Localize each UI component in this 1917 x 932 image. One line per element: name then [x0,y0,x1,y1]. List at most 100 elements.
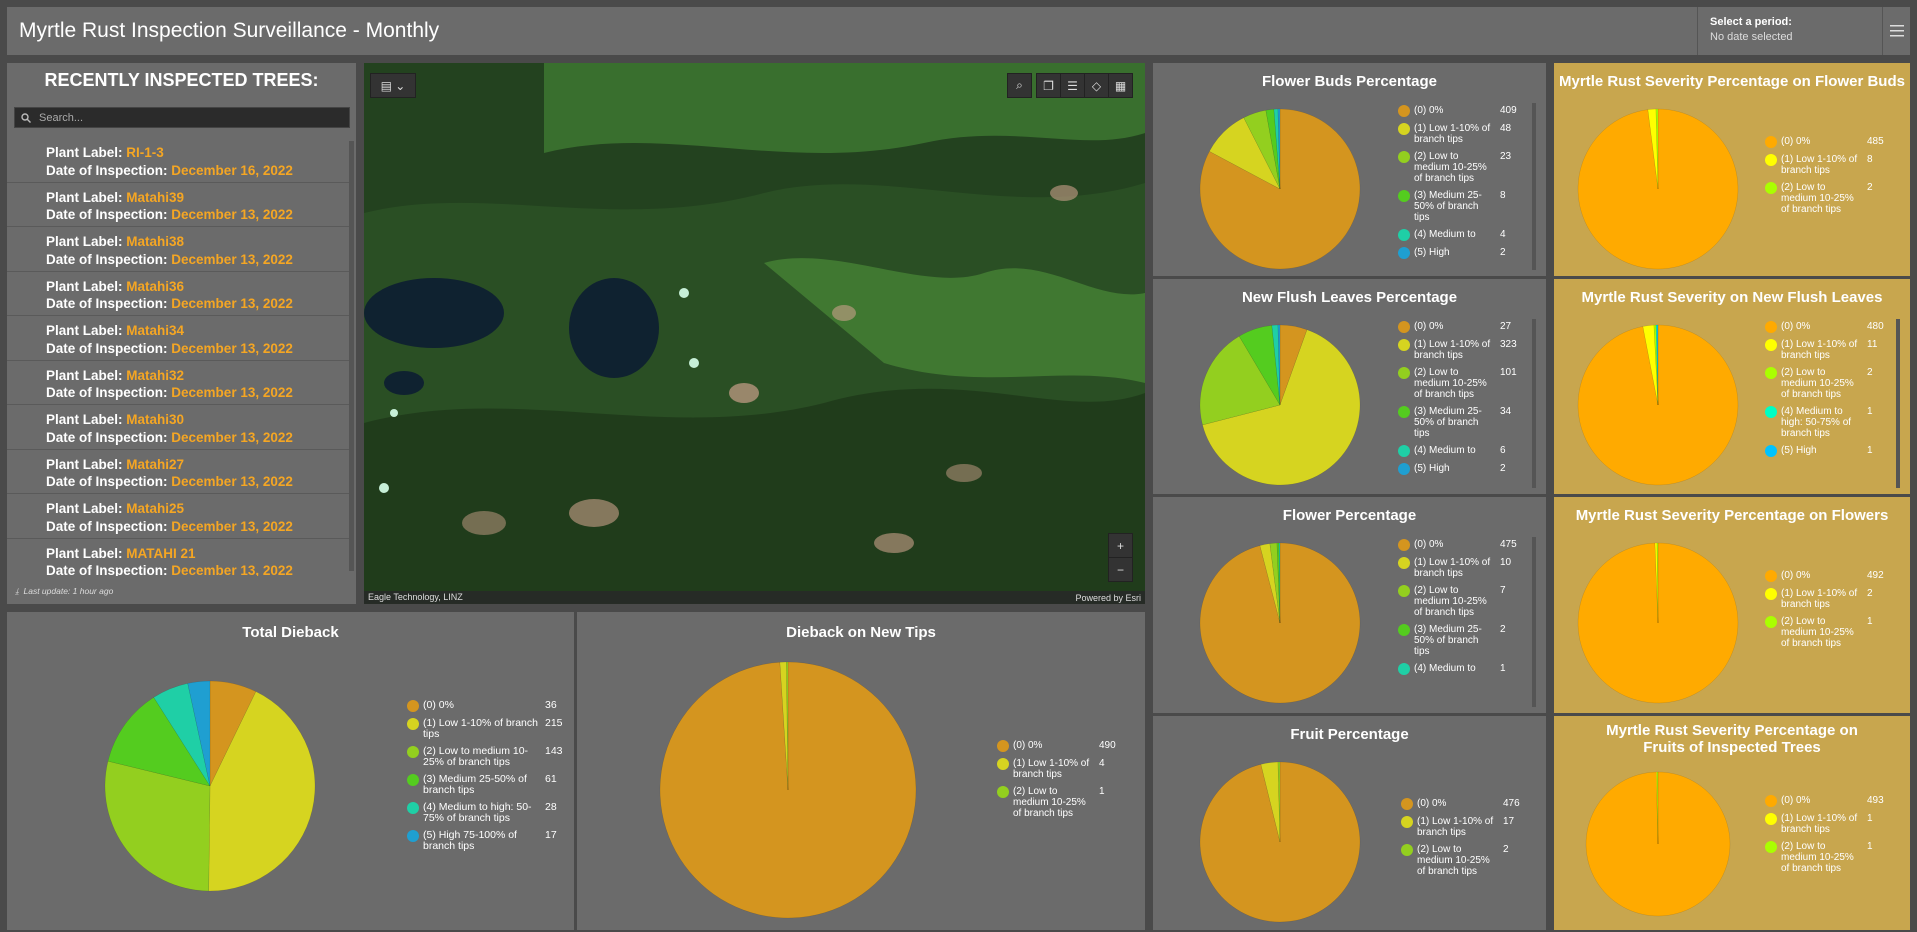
legend-item[interactable]: (1) Low 1-10% of branch tips 8 [1765,154,1884,176]
legend-item[interactable]: (2) Low to medium 10-25% of branch tips 1… [407,746,563,768]
legend-item[interactable]: (1) Low 1-10% of branch tips 2 [1765,588,1884,610]
legend-item[interactable]: (5) High 75-100% of branch tips 17 [407,830,563,852]
period-selector[interactable]: Select a period: No date selected [1697,7,1882,55]
legend-scrollbar[interactable] [1532,103,1536,270]
legend-item[interactable]: (1) Low 1-10% of branch tips 215 [407,718,563,740]
basemap-gallery-button[interactable]: ▤ ⌄ [370,73,416,98]
legend-item[interactable]: (1) Low 1-10% of branch tips 10 [1398,557,1517,579]
legend-item[interactable]: (1) Low 1-10% of branch tips 48 [1398,123,1517,145]
legend-item[interactable]: (4) Medium to 1 [1398,663,1517,675]
legend-scrollbar[interactable] [1532,537,1536,707]
tree-list-item[interactable]: Plant Label: Matahi30 Date of Inspection:… [7,405,349,450]
legend-scrollbar[interactable] [1532,319,1536,488]
tree-list-item[interactable]: Plant Label: MATAHI 21 Date of Inspection… [7,539,349,577]
map-attribution: Eagle Technology, LINZ [364,591,1145,604]
legend-label: (3) Medium 25-50% of branch tips [1414,190,1482,223]
tree-list-item[interactable]: Plant Label: Matahi34 Date of Inspection:… [7,316,349,361]
tree-list-item[interactable]: Plant Label: Matahi25 Date of Inspection:… [7,494,349,539]
powered-by[interactable]: Powered by Esri [1075,593,1141,603]
zoom-out-button[interactable]: − [1108,557,1133,582]
legend-item[interactable]: (4) Medium to high: 50-75% of branch tip… [1765,406,1884,439]
pie-chart[interactable] [1554,63,1742,273]
pie-chart[interactable] [1153,716,1364,926]
legend-swatch [1765,570,1777,582]
legend-item[interactable]: (0) 0% 36 [407,700,563,712]
basemap-button[interactable]: ▦ [1108,73,1133,98]
tree-list-item[interactable]: Plant Label: Matahi32 Date of Inspection:… [7,361,349,405]
pie-chart[interactable] [7,612,319,895]
legend-item[interactable]: (2) Low to medium 10-25% of branch tips 2 [1765,182,1884,215]
legend-item[interactable]: (3) Medium 25-50% of branch tips 34 [1398,406,1517,439]
legend-swatch [1765,445,1777,457]
tree-list[interactable]: Plant Label: RI-1-3 Date of Inspection: D… [7,138,349,576]
tree-list-item[interactable]: Plant Label: Matahi38 Date of Inspection:… [7,227,349,272]
legend-item[interactable]: (0) 0% 485 [1765,136,1884,148]
legend-scrollbar[interactable] [1896,319,1900,488]
legend-item[interactable]: (0) 0% 480 [1765,321,1884,333]
legend-label: (3) Medium 25-50% of branch tips [1414,624,1482,657]
legend-item[interactable]: (1) Low 1-10% of branch tips 4 [997,758,1116,780]
legend-label: (2) Low to medium 10-25% of branch tips [1781,616,1854,649]
recently-inspected-panel: RECENTLY INSPECTED TREES: Plant Label: R… [7,63,356,604]
legend-item[interactable]: (0) 0% 475 [1398,539,1517,551]
menu-button[interactable] [1882,7,1910,55]
legend-item[interactable]: (2) Low to medium 10-25% of branch tips 1 [997,786,1116,819]
bookmark-button[interactable]: ❐ [1036,73,1061,98]
legend-item[interactable]: (0) 0% 409 [1398,105,1517,117]
chart-severity-flowers: Myrtle Rust Severity Percentage on Flowe… [1554,497,1910,713]
legend-item[interactable]: (2) Low to medium 10-25% of branch tips 2… [1398,151,1517,184]
tree-list-item[interactable]: Plant Label: RI-1-3 Date of Inspection: D… [7,138,349,183]
search-input[interactable] [39,111,339,124]
pie-chart[interactable] [1554,279,1742,489]
legend-item[interactable]: (3) Medium 25-50% of branch tips 8 [1398,190,1517,223]
legend-swatch [1401,844,1413,856]
layers-button[interactable]: ◇ [1084,73,1109,98]
legend-item[interactable]: (2) Low to medium 10-25% of branch tips 7 [1398,585,1517,618]
legend-item[interactable]: (5) High 2 [1398,247,1517,259]
legend-item[interactable]: (0) 0% 492 [1765,570,1884,582]
legend-label: (1) Low 1-10% of branch tips [1013,758,1090,780]
legend-item[interactable]: (2) Low to medium 10-25% of branch tips 1 [1765,616,1884,649]
zoom-in-button[interactable]: + [1108,533,1133,558]
legend-item[interactable]: (3) Medium 25-50% of branch tips 2 [1398,624,1517,657]
list-scrollbar[interactable] [349,141,354,571]
legend-item[interactable]: (1) Low 1-10% of branch tips 323 [1398,339,1517,361]
pie-chart[interactable] [577,612,920,922]
inspection-date-prefix: Date of Inspection: [46,251,168,267]
legend-swatch [997,758,1009,770]
legend-item[interactable]: (2) Low to medium 10-25% of branch tips 1 [1765,841,1884,874]
legend-item[interactable]: (1) Low 1-10% of branch tips 17 [1401,816,1520,838]
legend-item[interactable]: (1) Low 1-10% of branch tips 1 [1765,813,1884,835]
pie-chart[interactable] [1554,497,1742,707]
pie-chart[interactable] [1153,279,1364,489]
search-map-button[interactable]: ⌕ [1007,73,1032,98]
legend-item[interactable]: (0) 0% 27 [1398,321,1517,333]
plant-label-value: Matahi32 [126,367,185,383]
tree-list-item[interactable]: Plant Label: Matahi27 Date of Inspection:… [7,450,349,494]
tree-list-item[interactable]: Plant Label: Matahi39 Date of Inspection:… [7,183,349,227]
legend-button[interactable]: ☰ [1060,73,1085,98]
legend-item[interactable]: (3) Medium 25-50% of branch tips 61 [407,774,563,796]
plant-label-line: Plant Label: Matahi32 [46,367,349,385]
legend-item[interactable]: (1) Low 1-10% of branch tips 11 [1765,339,1884,361]
plant-label-prefix: Plant Label: [46,234,123,249]
download-icon[interactable]: ⤓ [15,586,19,596]
legend-item[interactable]: (2) Low to medium 10-25% of branch tips 1… [1398,367,1517,400]
pie-chart[interactable] [1554,716,1734,920]
legend-item[interactable]: (0) 0% 476 [1401,798,1520,810]
pie-chart[interactable] [1153,63,1364,273]
legend-item[interactable]: (0) 0% 490 [997,740,1116,752]
legend-item[interactable]: (0) 0% 493 [1765,795,1884,807]
legend-item[interactable]: (2) Low to medium 10-25% of branch tips 2 [1401,844,1520,877]
legend-item[interactable]: (2) Low to medium 10-25% of branch tips 2 [1765,367,1884,400]
legend-item[interactable]: (4) Medium to high: 50-75% of branch tip… [407,802,563,824]
pie-chart[interactable] [1153,497,1364,707]
legend-item[interactable]: (4) Medium to 6 [1398,445,1517,457]
legend-label: (0) 0% [1414,539,1444,550]
legend-item[interactable]: (5) High 2 [1398,463,1517,475]
legend-item[interactable]: (5) High 1 [1765,445,1884,457]
search-box[interactable] [14,107,350,128]
tree-list-item[interactable]: Plant Label: Matahi36 Date of Inspection:… [7,272,349,316]
legend-item[interactable]: (4) Medium to 4 [1398,229,1517,241]
map-view[interactable]: ▤ ⌄ ⌕ ❐ ☰ ◇ ▦ + − Eagle Technology, LINZ… [364,63,1145,604]
